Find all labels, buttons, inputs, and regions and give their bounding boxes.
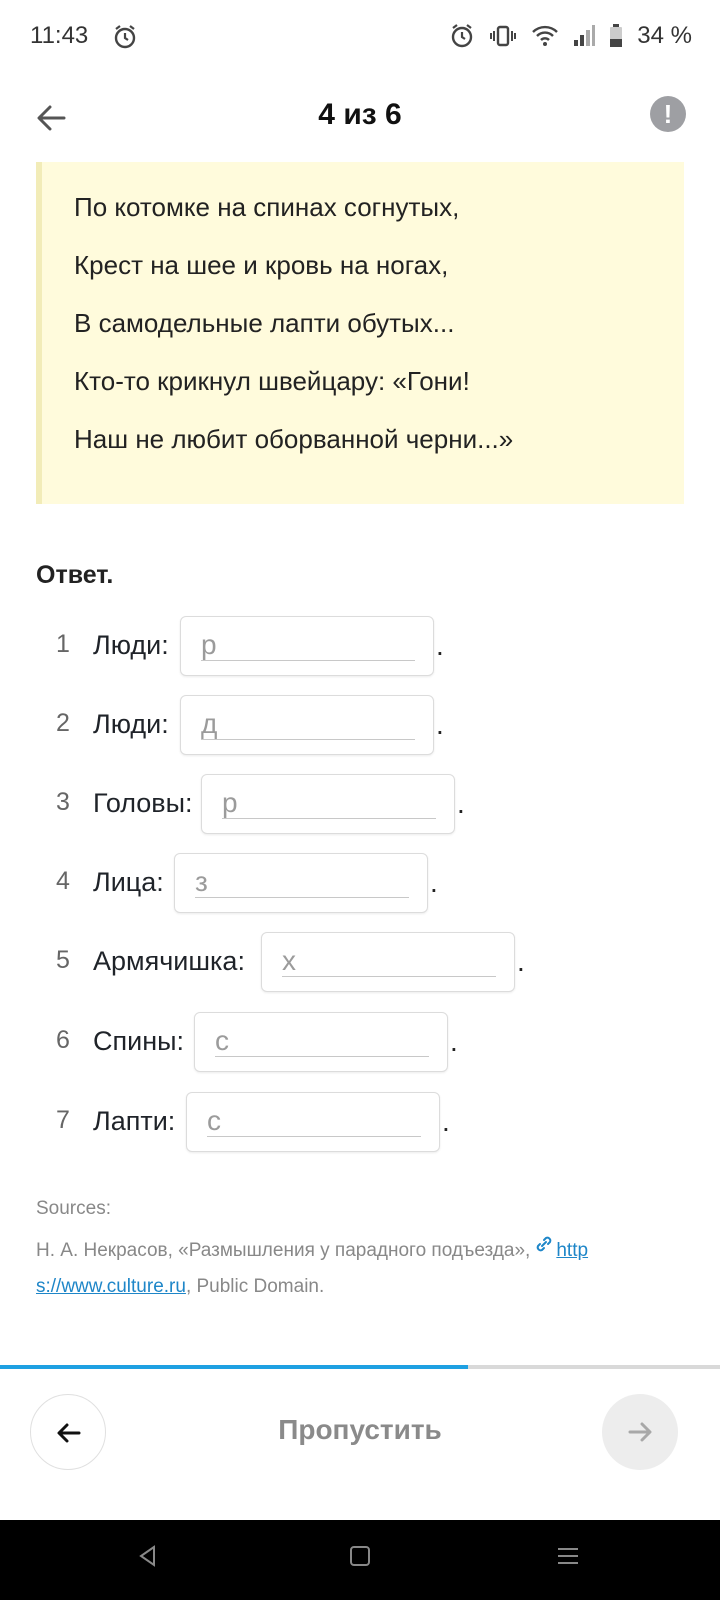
poem-line: В самодельные лапти обутых... [74, 308, 455, 338]
row-period: . [457, 788, 465, 819]
answer-input[interactable]: з [174, 853, 428, 913]
report-icon: ! [663, 99, 673, 129]
row-period: . [517, 946, 525, 977]
input-placeholder: с [215, 1025, 229, 1056]
poem-line: По котомке на спинах согнутых, [74, 192, 460, 222]
poem-panel: По котомке на спинах согнутых, Крест на … [36, 162, 684, 504]
answer-row: 6 Спины: с . [0, 1012, 720, 1074]
answer-row: 5 Армячишка: х . [0, 932, 720, 994]
alarm-icon [112, 24, 138, 55]
answer-row: 2 Люди: д . [0, 695, 720, 757]
system-navigation-bar [0, 1520, 720, 1600]
row-number: 4 [56, 867, 70, 895]
answer-input[interactable]: с [194, 1012, 448, 1072]
input-underline [222, 818, 436, 819]
wifi-icon [531, 24, 559, 48]
answer-row: 3 Головы: р . [0, 774, 720, 836]
sources-license: , Public Domain. [185, 1276, 325, 1297]
answer-row: 4 Лица: з . [0, 853, 720, 915]
status-bar: 11:43 34 % [0, 0, 720, 74]
poem-line: Кто-то крикнул швейцару: «Гони! [74, 366, 470, 396]
input-underline [282, 976, 496, 977]
input-placeholder: з [195, 866, 208, 897]
answer-row: 1 Люди: р . [0, 616, 720, 678]
answer-input[interactable]: р [201, 774, 455, 834]
answer-row: 7 Лапти: с . [0, 1092, 720, 1154]
answer-input[interactable]: с [186, 1092, 440, 1152]
row-number: 6 [56, 1026, 70, 1054]
battery-icon [609, 24, 623, 48]
poem-line: Крест на шее и кровь на ногах, [74, 250, 449, 280]
skip-button[interactable]: Пропустить [220, 1414, 500, 1446]
input-underline [195, 897, 409, 898]
row-label: Головы: [93, 788, 193, 818]
row-number: 2 [56, 709, 70, 737]
next-button[interactable] [602, 1394, 678, 1470]
row-number: 7 [56, 1106, 70, 1134]
poem-line: Наш не любит оборванной черни...» [74, 424, 514, 454]
row-label: Лица: [93, 867, 164, 897]
row-period: . [450, 1026, 458, 1057]
row-label: Лапти: [93, 1106, 176, 1136]
sources-label: Sources: [36, 1198, 111, 1219]
row-label: Спины: [93, 1026, 185, 1056]
input-underline [207, 1136, 421, 1137]
previous-button[interactable] [30, 1394, 106, 1470]
row-label: Люди: [93, 630, 169, 660]
page-title: 4 из 6 [318, 98, 402, 131]
report-button[interactable]: ! [650, 96, 686, 132]
answer-input[interactable]: х [261, 932, 515, 992]
answer-input[interactable]: р [180, 616, 434, 676]
android-home-icon[interactable] [348, 1544, 372, 1573]
link-icon [534, 1232, 554, 1266]
input-placeholder: р [222, 787, 238, 818]
row-label: Армячишка: [93, 946, 245, 976]
row-period: . [436, 630, 444, 661]
sources-citation: Н. А. Некрасов, «Размышления у парадного… [36, 1240, 531, 1262]
android-back-icon[interactable] [136, 1544, 160, 1573]
vibrate-icon [489, 23, 517, 49]
top-app-bar: 4 из 6 ! [0, 74, 720, 162]
row-number: 1 [56, 630, 70, 658]
status-time: 11:43 [30, 22, 89, 49]
row-period: . [430, 867, 438, 898]
source-link-part1: http [556, 1240, 589, 1262]
alarm-icon [449, 23, 475, 49]
battery-percent: 34 % [637, 22, 692, 49]
input-placeholder: х [282, 945, 296, 976]
row-number: 3 [56, 788, 70, 816]
input-placeholder: р [201, 629, 217, 660]
row-number: 5 [56, 946, 70, 974]
status-icons: 34 % [449, 22, 692, 50]
signal-icon [573, 24, 596, 48]
source-link-part2: s://www.culture.ru [36, 1276, 186, 1297]
input-underline [201, 660, 415, 661]
sources-text: Н. А. Некрасов, «Размышления у парадного… [36, 1232, 676, 1304]
row-period: . [436, 709, 444, 740]
android-recents-icon[interactable] [556, 1544, 580, 1573]
row-period: . [442, 1106, 450, 1137]
answer-heading: Ответ. [36, 561, 114, 589]
input-underline [215, 1056, 429, 1057]
answer-input[interactable]: д [180, 695, 434, 755]
progress-bar [0, 1365, 720, 1369]
progress-fill [0, 1365, 468, 1369]
input-placeholder: д [201, 708, 218, 739]
row-label: Люди: [93, 709, 169, 739]
input-placeholder: с [207, 1105, 221, 1136]
input-underline [201, 739, 415, 740]
